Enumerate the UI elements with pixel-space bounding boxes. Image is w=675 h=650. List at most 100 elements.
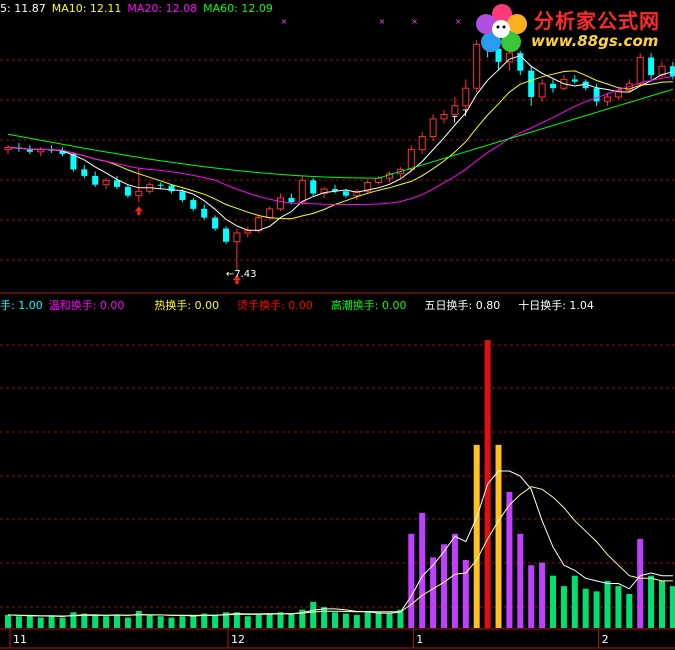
turnover-bar <box>255 614 262 628</box>
turnover-bar <box>550 575 556 628</box>
legend-item: 高潮换手: 0.00 <box>330 299 407 312</box>
buy-arrow-icon <box>134 206 143 212</box>
candle-body <box>298 179 306 203</box>
candle-body <box>429 118 437 137</box>
ma60-line <box>7 88 674 179</box>
candle-body <box>451 105 459 116</box>
candle-body <box>571 79 578 82</box>
turnover-bar <box>637 539 644 628</box>
candle-body <box>81 169 88 176</box>
candle-body <box>223 228 229 242</box>
turnover-bar <box>560 586 567 628</box>
turnover-bar <box>135 610 142 628</box>
turnover-bar <box>353 614 360 628</box>
candle-body <box>114 180 120 187</box>
turnover-bar <box>332 612 338 628</box>
turnover-bar <box>506 491 513 628</box>
candle-body <box>255 217 263 232</box>
legend-item: 十日换手: 1.04 <box>518 299 594 312</box>
turnover-bar <box>48 616 55 628</box>
turnover-legend: 手: 1.00 温和换手: 0.00 热换手: 0.00 烫手换手: 0.00 高潮换手… <box>0 297 600 313</box>
watermark-name: 分析家公式网 <box>534 9 660 33</box>
legend-item: 五日换手: 0.80 <box>424 299 501 312</box>
ma20-line <box>7 76 673 205</box>
candle-body <box>135 190 143 197</box>
candle-body <box>168 185 175 192</box>
legend-item: MA20: 12.08 <box>127 2 198 15</box>
turnover-bar <box>103 616 110 628</box>
buy-arrow-icon <box>137 211 141 216</box>
turnover-bar <box>26 614 33 628</box>
turnover-bar <box>364 610 371 628</box>
candle-body <box>528 70 535 97</box>
signal-mark: × <box>379 17 386 26</box>
turnover-bar <box>266 613 273 628</box>
x-tick-label: 12 <box>231 633 245 646</box>
turnover-bar <box>495 444 502 628</box>
legend-item: 温和换手: 0.00 <box>48 299 125 312</box>
turnover-bar <box>473 444 480 628</box>
signal-mark: T <box>451 116 458 126</box>
candle-body <box>179 191 186 201</box>
x-tick-label: 2 <box>602 633 609 646</box>
turnover-bar <box>604 580 611 628</box>
turnover-bar <box>342 613 349 628</box>
candle-body <box>407 149 415 170</box>
turnover-bar <box>124 617 131 628</box>
buy-arrow-icon <box>235 280 239 285</box>
turnover-bar <box>157 616 164 628</box>
candle-body <box>92 175 99 185</box>
candle-body <box>277 197 284 210</box>
candle-body <box>244 230 252 234</box>
signal-mark: × <box>411 17 418 26</box>
candle-body <box>266 208 274 219</box>
turnover-bar <box>15 616 22 628</box>
turnover-bar <box>146 614 153 628</box>
candlestick-chart: ←7.43×××××TT <box>4 17 675 285</box>
candle-body <box>418 135 426 151</box>
turnover-bar <box>70 612 77 628</box>
signal-mark: × <box>281 17 288 26</box>
turnover-bar <box>441 544 447 628</box>
turnover-bar-chart <box>5 340 675 628</box>
candle-body <box>440 114 448 120</box>
candle-body <box>538 83 546 98</box>
legend-item: 5: 11.87 <box>0 2 46 15</box>
candle-body <box>37 149 45 153</box>
turnover-bar <box>408 533 415 628</box>
turnover-bar <box>648 575 655 628</box>
turnover-bar <box>190 614 197 628</box>
turnover-bar <box>321 607 328 628</box>
legend-item: MA60: 12.09 <box>203 2 273 15</box>
turnover-bar <box>5 614 11 628</box>
turnover-bar <box>277 612 284 628</box>
candle-body <box>550 83 556 89</box>
turnover-bar <box>114 614 120 628</box>
turnover-bar <box>37 617 44 628</box>
candle-body <box>375 177 383 184</box>
x-tick-label: 1 <box>416 633 423 646</box>
turnover-bar <box>615 586 622 628</box>
turnover-bar <box>375 612 382 628</box>
candle-body <box>190 200 197 209</box>
legend-item: 热换手: 0.00 <box>154 299 220 312</box>
candle-body <box>604 96 611 102</box>
turnover-bar <box>244 616 251 628</box>
turnover-bar <box>179 616 186 628</box>
moving-average-lines <box>7 55 674 231</box>
turnover-bar <box>92 614 99 628</box>
legend-item: 手: 1.00 <box>0 299 43 312</box>
candle-body <box>342 191 349 196</box>
turnover-bar <box>528 565 535 628</box>
turnover-bar <box>539 562 546 628</box>
chart-canvas: ←7.43×××××TT 111212 <box>0 17 675 649</box>
turnover-bar <box>310 601 317 628</box>
price-legend: 5: 11.87 MA10: 12.11 MA20: 12.08 MA60: 12.0… <box>0 2 279 15</box>
candle-body <box>462 87 470 107</box>
turnover-bar <box>288 613 295 628</box>
turnover-bar <box>451 533 458 628</box>
candle-body <box>669 66 675 77</box>
turnover-bar <box>168 617 175 628</box>
turnover-bar <box>659 580 665 628</box>
x-tick-label: 11 <box>13 633 27 646</box>
